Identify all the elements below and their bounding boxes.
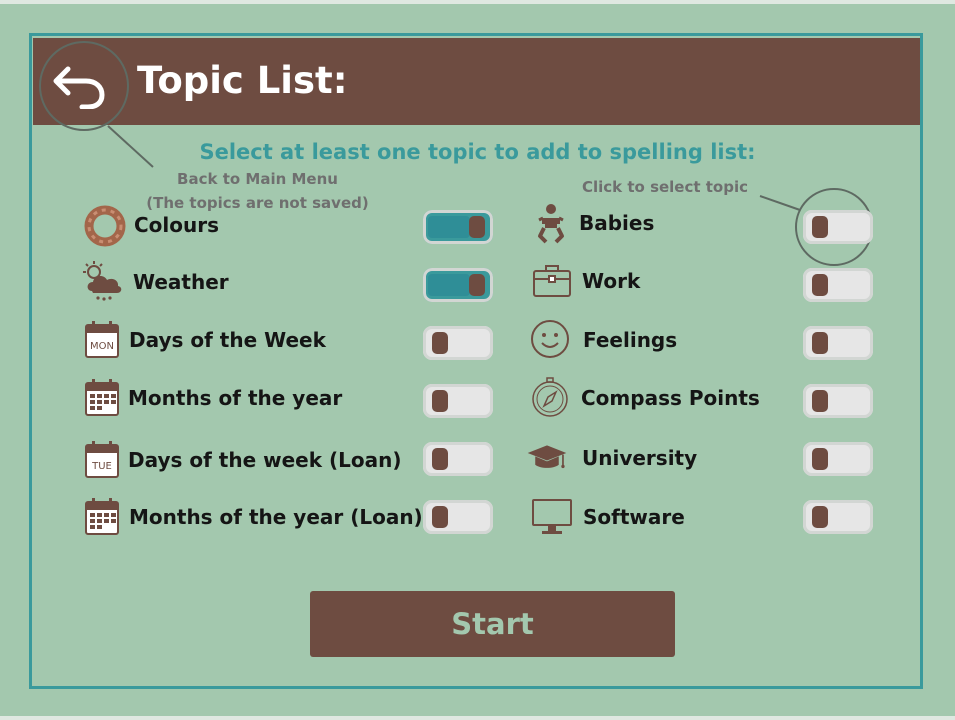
topic-label-university: University [582,446,698,470]
toggle-software[interactable] [803,500,873,534]
topic-label-weather: Weather [133,270,229,294]
back-note-line1: Back to Main Menu [177,170,338,188]
calendar-grid-icon [85,498,119,535]
toggle-weather[interactable] [423,268,493,302]
topic-label-months-of-year: Months of the year [128,386,343,410]
instruction-text: Select at least one topic to add to spel… [199,140,756,164]
topic-label-months-of-year-loan: Months of the year (Loan) [129,505,423,529]
toggle-babies[interactable] [803,210,873,244]
toggle-months-of-year[interactable] [423,384,493,418]
compass-icon [532,377,568,417]
graduation-cap-icon [527,445,567,469]
toggle-colours[interactable] [423,210,493,244]
click-hint-note: Click to select topic [581,178,749,196]
topic-label-feelings: Feelings [583,328,678,352]
svg-text:TUE: TUE [91,461,112,472]
topic-label-colours: Colours [134,213,220,237]
calendar-tue-icon: TUE [85,441,119,478]
colours-ring-icon [84,205,126,247]
toggle-months-of-year-loan[interactable] [423,500,493,534]
monitor-icon [532,499,572,534]
topic-label-compass-points: Compass Points [581,386,760,410]
calendar-grid-icon [85,379,119,416]
toggle-university[interactable] [803,442,873,476]
topic-label-work: Work [582,269,641,293]
toggle-days-of-week[interactable] [423,326,493,360]
toggle-work[interactable] [803,268,873,302]
calendar-mon-icon: MON [85,321,119,358]
weather-cloud-icon [83,261,122,301]
briefcase-icon [533,265,571,297]
svg-text:MON: MON [90,341,114,352]
toggle-feelings[interactable] [803,326,873,360]
topic-label-days-of-week: Days of the Week [129,328,326,352]
topic-label-software: Software [583,505,685,529]
toggle-compass-points[interactable] [803,384,873,418]
topic-label-babies: Babies [579,211,655,235]
start-button[interactable]: Start [310,591,675,657]
baby-icon [538,204,564,244]
toggle-days-of-week-loan[interactable] [423,442,493,476]
topic-label-days-of-week-loan: Days of the week (Loan) [128,448,402,472]
smiley-icon [531,320,569,358]
